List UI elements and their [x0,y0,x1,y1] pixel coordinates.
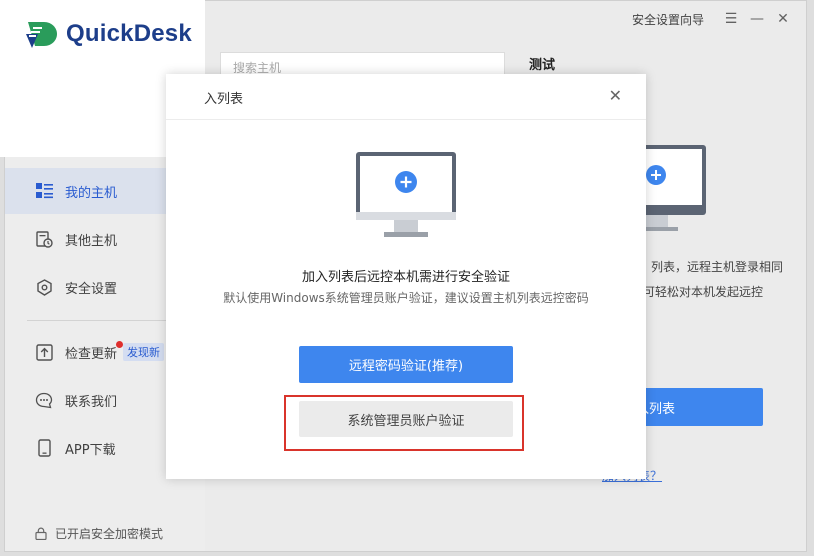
highlight-box [284,395,524,451]
close-icon[interactable]: ✕ [609,86,622,105]
lock-icon [35,527,47,540]
monitor-illustration [356,152,456,244]
host-description-line1: 列表，远程主机登录相同 [651,260,784,274]
dialog-header: 入列表 ✕ [166,74,646,120]
quickdesk-logo: QuickDesk [24,18,192,50]
dialog-submessage: 默认使用Windows系统管理员账户验证，建议设置主机列表远控密码 [223,291,589,305]
dialog-title: 入列表 [204,92,244,107]
app-name: QuickDesk [66,20,192,47]
security-status-label: 已开启安全加密模式 [55,527,164,541]
quickdesk-logo-icon [26,22,57,48]
host-name: 测试 [529,58,556,73]
host-description-line2: 可轻松对本机发起远控 [643,285,764,299]
dialog-message: 加入列表后远控本机需进行安全验证 [301,270,510,285]
security-status: 已开启安全加密模式 [35,525,163,542]
remote-password-verify-button[interactable]: 远程密码验证(推荐) [299,346,513,383]
